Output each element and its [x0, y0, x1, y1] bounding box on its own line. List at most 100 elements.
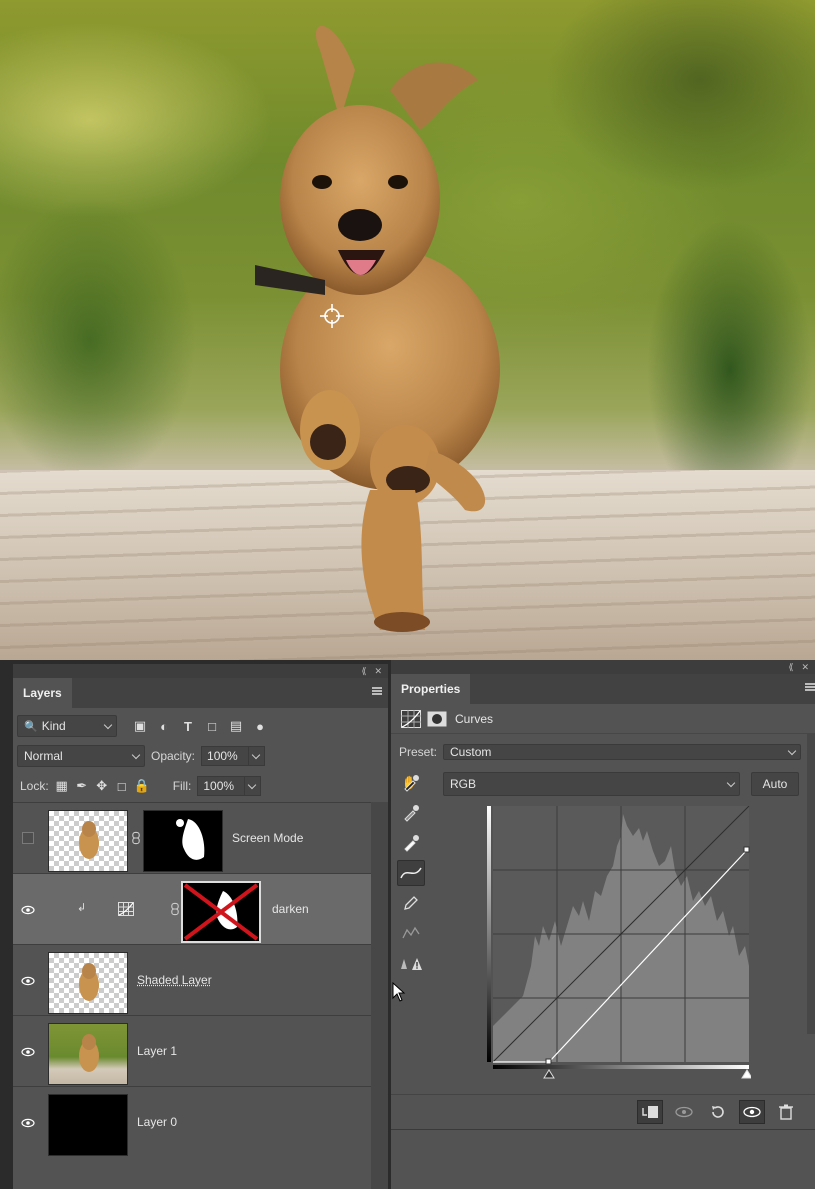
filter-type-icon[interactable]: T [179, 717, 197, 735]
filter-smart-object-icon[interactable]: ▤ [227, 717, 245, 735]
layer-row-layer-1[interactable]: Layer 1 [13, 1015, 371, 1086]
adjustment-name: Curves [455, 711, 494, 726]
curve-point-black [545, 1058, 552, 1065]
link-chain-icon[interactable] [171, 902, 179, 916]
blend-mode-dropdown[interactable]: Normal [17, 745, 145, 767]
filter-pixel-icon[interactable]: ▣ [131, 717, 149, 735]
close-panel-icon[interactable]: ✕ [374, 666, 382, 677]
clipping-warning-icon[interactable] [397, 950, 425, 976]
layer-row-screen-mode[interactable]: Screen Mode [13, 802, 371, 873]
panel-menu-icon[interactable] [372, 687, 382, 695]
tab-properties[interactable]: Properties [391, 674, 471, 704]
toggle-visibility-eye-icon[interactable] [739, 1099, 765, 1124]
eye-icon[interactable] [21, 903, 35, 917]
white-input-slider [741, 1069, 751, 1079]
lock-transparent-icon[interactable]: ▦ [53, 777, 71, 795]
gray-point-eyedropper-icon[interactable] [397, 800, 425, 826]
preset-label: Preset: [399, 745, 438, 759]
filter-kind-value: Kind [41, 719, 66, 733]
layer-row-layer-0[interactable]: Layer 0 [13, 1086, 371, 1157]
black-input-slider [543, 1069, 555, 1079]
curves-tools [397, 770, 427, 980]
edit-points-curve-icon[interactable] [397, 860, 425, 886]
layer-thumbnail [48, 1023, 128, 1085]
layer-mask-icon[interactable] [427, 711, 447, 727]
layer-name[interactable]: Shaded Layer [137, 973, 212, 987]
layer-row-shaded-layer[interactable]: Shaded Layer [13, 944, 371, 1015]
filter-toggle-icon[interactable]: ● [251, 717, 269, 735]
layer-name[interactable]: Layer 1 [137, 1044, 177, 1058]
properties-panel: ⟪ ✕ Properties Curves Preset: Custom ✋ R… [391, 660, 815, 1129]
layers-tab-strip: Layers [13, 678, 388, 708]
curves-adjustment-icon[interactable] [401, 709, 421, 728]
lock-all-icon[interactable]: 🔒 [133, 777, 151, 795]
eye-icon[interactable] [21, 1045, 35, 1059]
filter-adjustment-icon[interactable]: ◐ [155, 717, 173, 735]
opacity-dropdown-arrow[interactable] [249, 746, 266, 766]
lock-row: Lock: ▦ ✒ ✥ □ 🔒 Fill: 100% [13, 774, 388, 798]
mask-shape-icon [176, 819, 205, 860]
collapse-panel-icon[interactable]: ⟪ [788, 662, 793, 673]
reset-icon[interactable] [705, 1100, 731, 1124]
preset-value: Custom [450, 745, 492, 759]
properties-tab-strip: Properties [391, 674, 815, 704]
layer-mask-thumbnail[interactable] [143, 810, 223, 872]
panel-menu-icon[interactable] [805, 683, 815, 691]
chevron-down-icon [103, 720, 113, 730]
eye-icon[interactable] [21, 1116, 35, 1130]
curve-point-white [743, 846, 750, 853]
tab-layers[interactable]: Layers [13, 678, 72, 708]
disabled-mask-x-icon [183, 883, 259, 941]
collapse-panel-icon[interactable]: ⟪ [361, 666, 366, 677]
delete-trash-icon[interactable] [773, 1100, 799, 1124]
properties-scrollbar[interactable] [807, 734, 815, 1034]
layer-thumbnail [48, 1094, 128, 1156]
preset-dropdown[interactable]: Custom [443, 744, 802, 760]
view-previous-state-icon[interactable] [671, 1100, 697, 1124]
preset-row: Preset: Custom [391, 742, 815, 762]
layer-name[interactable]: darken [272, 902, 309, 916]
search-icon: 🔍 [24, 720, 38, 733]
properties-panel-titlebar: ⟪ ✕ [391, 660, 815, 674]
chevron-down-icon [787, 746, 797, 756]
layer-row-darken[interactable]: ↲ darken [13, 873, 371, 944]
channel-row: ✋ RGB Auto [391, 772, 815, 796]
clip-to-layer-icon[interactable] [637, 1099, 663, 1124]
layer-mask-thumbnail-disabled[interactable] [181, 881, 261, 943]
black-point-eyedropper-icon[interactable] [397, 770, 425, 796]
smooth-curve-icon[interactable] [397, 920, 425, 946]
channel-dropdown[interactable]: RGB [443, 772, 740, 796]
layers-scrollbar[interactable] [371, 802, 388, 1189]
lock-paint-brush-icon[interactable]: ✒ [73, 777, 91, 795]
draw-pencil-icon[interactable] [397, 890, 425, 916]
layer-name[interactable]: Layer 0 [137, 1115, 177, 1129]
blend-row: Normal Opacity: 100% [13, 744, 388, 768]
filter-shape-icon[interactable]: □ [203, 717, 221, 735]
adjustment-header: Curves [391, 704, 815, 734]
lock-artboard-crop-icon[interactable]: □ [113, 777, 131, 795]
document-canvas[interactable] [0, 0, 815, 660]
fill-label: Fill: [172, 779, 192, 793]
fill-dropdown-arrow[interactable] [245, 776, 262, 796]
white-point-eyedropper-icon[interactable] [397, 830, 425, 856]
visibility-toggle-off[interactable] [22, 832, 34, 844]
output-gradient-bar [487, 806, 491, 1062]
color-sampler-target-icon[interactable] [320, 304, 344, 328]
clipping-arrow-icon: ↲ [77, 902, 87, 914]
opacity-input[interactable]: 100% [201, 746, 250, 766]
dog-photo-subject [255, 25, 500, 632]
auto-button[interactable]: Auto [751, 772, 799, 796]
layers-panel-titlebar: ⟪ ✕ [13, 664, 388, 678]
opacity-label: Opacity: [151, 749, 196, 763]
filter-kind-dropdown[interactable]: 🔍 Kind [17, 715, 117, 737]
layer-name[interactable]: Screen Mode [232, 831, 303, 845]
fill-input[interactable]: 100% [197, 776, 246, 796]
lock-position-move-icon[interactable]: ✥ [93, 777, 111, 795]
link-chain-icon[interactable] [132, 831, 140, 845]
eye-icon[interactable] [21, 974, 35, 988]
dog-thumbnail-icon [79, 821, 99, 859]
curves-graph[interactable] [483, 806, 751, 1086]
layers-panel: ⟪ ✕ Layers 🔍 Kind ▣ ◐ T □ ▤ ● Normal Opa… [13, 664, 388, 1189]
lock-label: Lock: [20, 779, 49, 793]
close-panel-icon[interactable]: ✕ [801, 662, 809, 673]
